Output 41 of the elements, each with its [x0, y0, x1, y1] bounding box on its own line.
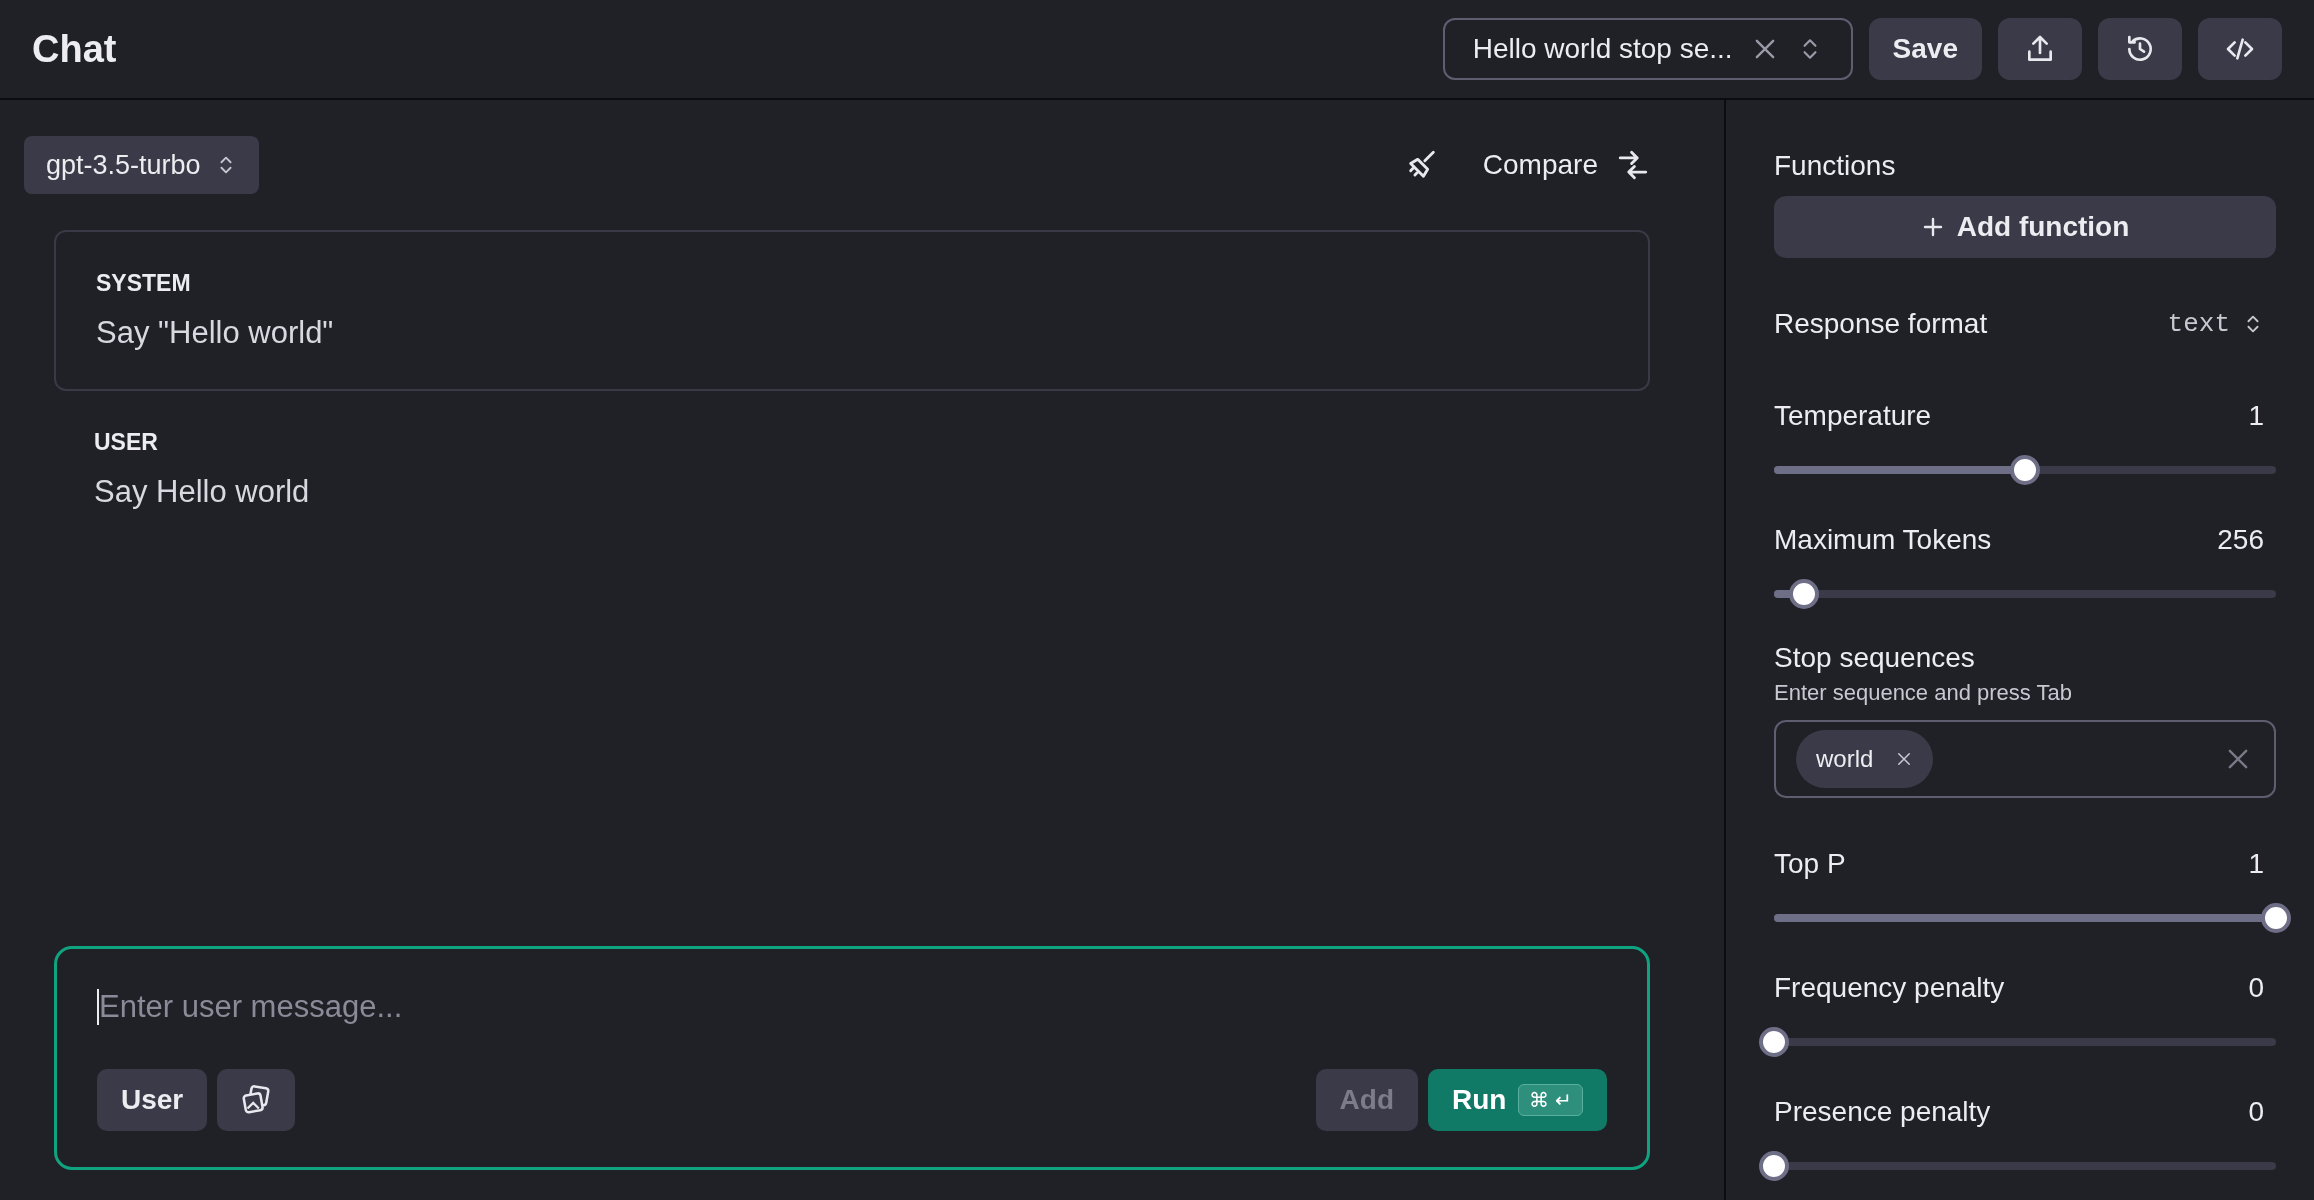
setting-value: 0	[2248, 1096, 2264, 1128]
compare-button[interactable]: Compare	[1482, 148, 1650, 182]
slider-thumb[interactable]	[2010, 455, 2040, 485]
slider-thumb[interactable]	[1759, 1027, 1789, 1057]
message-text[interactable]: Say Hello world	[94, 474, 1610, 510]
message-input[interactable]: Enter user message...	[97, 989, 1609, 1025]
message-text[interactable]: Say "Hello world"	[96, 315, 1608, 351]
setting-label: Maximum Tokens	[1774, 524, 1992, 556]
setting-label: Frequency penalty	[1774, 972, 2005, 1004]
tag-text: world	[1816, 745, 1874, 773]
setting-hint: Enter sequence and press Tab	[1774, 680, 2074, 706]
code-button[interactable]	[2198, 18, 2282, 80]
setting-value: 1	[2248, 848, 2264, 880]
setting-value: 256	[2217, 524, 2264, 556]
shortcut-hint: ⌘ ↵	[1518, 1084, 1583, 1116]
setting-label: Presence penalty	[1774, 1096, 1991, 1128]
slider-thumb[interactable]	[1759, 1151, 1789, 1181]
page-title: Chat	[32, 27, 117, 71]
save-button[interactable]: Save	[1868, 18, 1982, 80]
setting-label: Temperature	[1774, 400, 1932, 432]
setting-label: Top P	[1774, 848, 1846, 880]
format-select[interactable]: text	[2167, 309, 2264, 339]
image-button[interactable]	[217, 1069, 296, 1131]
section-label: Functions	[1774, 150, 1897, 182]
model-select[interactable]: gpt-3.5-turbo	[24, 136, 259, 194]
stop-sequence-field[interactable]: world	[1774, 720, 2276, 798]
slider-thumb[interactable]	[2261, 903, 2291, 933]
run-button[interactable]: Run ⌘ ↵	[1428, 1069, 1607, 1131]
message-role[interactable]: SYSTEM	[96, 270, 1608, 297]
history-button[interactable]	[2098, 18, 2182, 80]
preset-select[interactable]: Hello world stop se...	[1442, 18, 1853, 80]
message-role[interactable]: USER	[94, 429, 1610, 456]
slider-thumb[interactable]	[1789, 579, 1820, 609]
setting-label: Stop sequences	[1774, 642, 1976, 674]
setting-value: 0	[2248, 972, 2264, 1004]
add-function-button[interactable]: Add function	[1774, 196, 2276, 258]
share-button[interactable]	[1998, 18, 2082, 80]
setting-label: Response format	[1774, 308, 1988, 340]
role-button[interactable]: User	[97, 1069, 208, 1131]
compare-arrows-icon	[1616, 148, 1650, 182]
setting-value: 1	[2248, 400, 2264, 432]
